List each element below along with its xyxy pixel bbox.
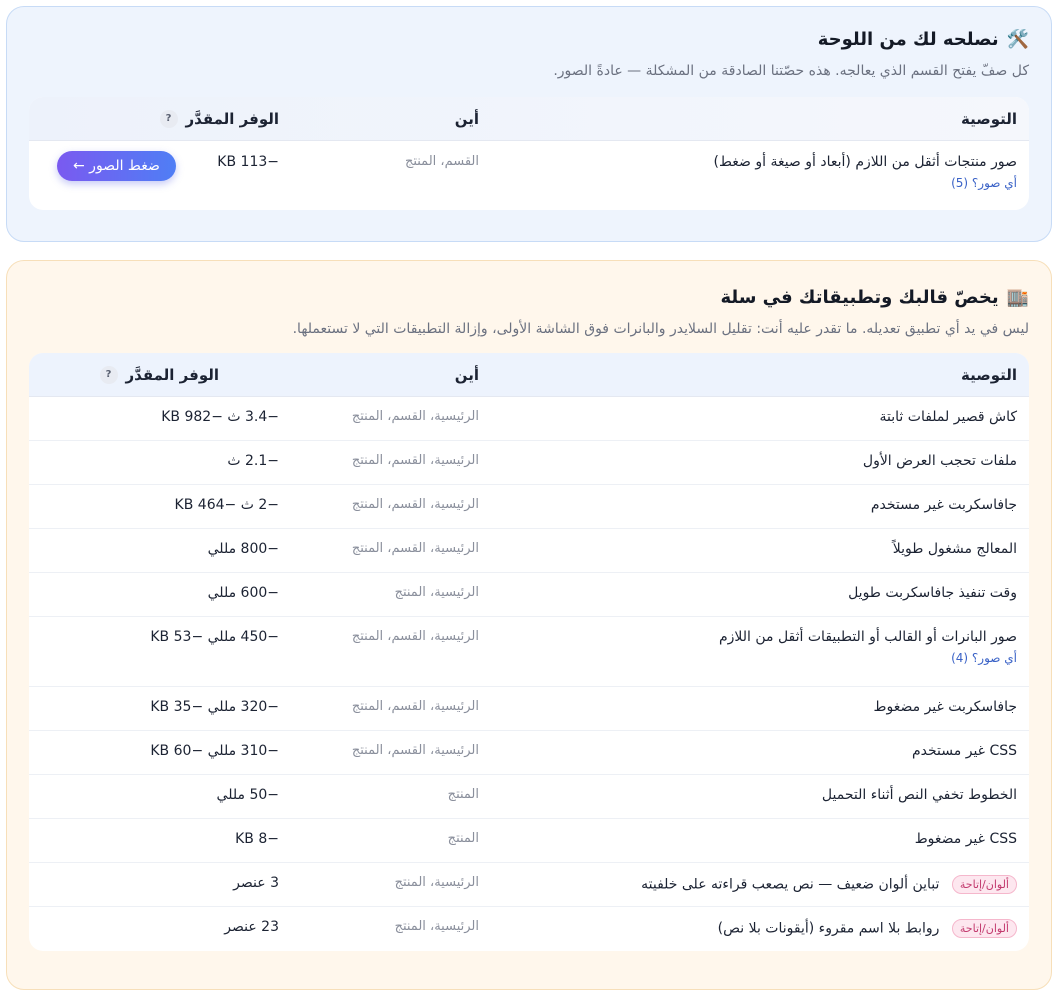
where-cell: الرئيسية، القسم، المنتج [351,629,479,644]
store-icon: 🏬 [1006,286,1029,308]
saving-cell: −800 مللي [207,541,279,557]
saving-cell: −600 مللي [207,585,279,601]
header-recommendation: التوصية [960,109,1017,128]
table-row: ألوان/إتاحة تباين ألوان ضعيف — نص يصعب ق… [29,863,1029,907]
header-saving: الوفر المقدَّر ? [29,365,279,384]
where-cell: الرئيسية، المنتج [394,585,479,600]
saving-cell: −2 ث −464 KB [174,497,279,513]
where-cell: الرئيسية، القسم، المنتج [351,409,479,424]
which-images-link[interactable]: أي صور؟ (5) [479,176,1017,190]
table-row: ملفات تحجب العرض الأول الرئيسية، القسم، … [29,441,1029,485]
saving-cell: −50 مللي [216,787,279,803]
recommendation-text: كاش قصير لملفات ثابتة [879,409,1017,425]
table-row: كاش قصير لملفات ثابتة الرئيسية، القسم، ا… [29,397,1029,441]
table-row: صور منتجات أثقل من اللازم (أبعاد أو صيغة… [29,141,1029,210]
saving-cell: −3.4 ث −982 KB [161,409,279,425]
recommendation-text: ملفات تحجب العرض الأول [862,453,1017,469]
fix-panel-title: 🛠️ نصلحه لك من اللوحة [29,25,1029,53]
table-row: جافاسكربت غير مضغوط الرئيسية، القسم، الم… [29,687,1029,731]
fix-panel-title-text: نصلحه لك من اللوحة [817,28,999,50]
recommendation-text: صور منتجات أثقل من اللازم (أبعاد أو صيغة… [713,154,1018,170]
recommendation-text: المعالج مشغول طويلاً [892,541,1017,557]
table-row: جافاسكربت غير مستخدم الرئيسية، القسم، ال… [29,485,1029,529]
where-cell: الرئيسية، القسم، المنتج [351,699,479,714]
theme-panel-title-text: يخصّ قالبك وتطبيقاتك في سلة [720,286,999,308]
header-saving: الوفر المقدَّر ? [29,109,279,128]
tools-icon: 🛠️ [1006,28,1029,50]
where-cell: المنتج [447,831,479,846]
saving-cell: −310 مللي −60 KB [150,743,279,759]
recommendation-text: وقت تنفيذ جافاسكربت طويل [848,585,1017,601]
saving-cell: 3 عنصر [233,875,279,891]
table-row: CSS غير مضغوط المنتج −8 KB [29,819,1029,863]
where-cell: القسم، المنتج [404,154,479,169]
theme-panel-title: 🏬 يخصّ قالبك وتطبيقاتك في سلة [29,283,1029,311]
saving-cell: −2.1 ث [227,453,279,469]
saving-cell: 23 عنصر [224,919,279,935]
header-saving-label: الوفر المقدَّر [185,109,279,128]
header-where: أين [454,109,479,128]
saving-cell: −8 KB [235,831,279,847]
header-where: أين [454,365,479,384]
recommendation-text: تباين ألوان ضعيف — نص يصعب قراءته على خل… [641,876,940,893]
theme-table: التوصية أين الوفر المقدَّر ? كاش قصير لم… [29,353,1029,951]
help-icon[interactable]: ? [159,109,178,128]
table-row: صور البانرات أو القالب أو التطبيقات أثقل… [29,617,1029,687]
where-cell: المنتج [447,787,479,802]
recommendation-text: CSS غير مستخدم [912,743,1017,759]
header-saving-label: الوفر المقدَّر [125,365,219,384]
where-cell: الرئيسية، القسم، المنتج [351,497,479,512]
where-cell: الرئيسية، القسم، المنتج [351,453,479,468]
fix-table: التوصية أين الوفر المقدَّر ? صور منتجات … [29,97,1029,210]
help-icon[interactable]: ? [99,365,118,384]
theme-panel: 🏬 يخصّ قالبك وتطبيقاتك في سلة ليس في يد … [6,260,1052,990]
accessibility-tag: ألوان/إتاحة [951,919,1017,938]
fix-panel-subtitle: كل صفّ يفتح القسم الذي يعالجه. هذه حصّتن… [553,63,1029,79]
recommendation-text: جافاسكربت غير مستخدم [870,497,1017,513]
theme-table-header: التوصية أين الوفر المقدَّر ? [29,353,1029,397]
which-images-link[interactable]: أي صور؟ (4) [479,651,1017,665]
recommendation-text: صور البانرات أو القالب أو التطبيقات أثقل… [718,629,1017,645]
theme-panel-subtitle: ليس في يد أي تطبيق تعديله. ما تقدر عليه … [292,321,1029,337]
header-recommendation: التوصية [960,365,1017,384]
where-cell: الرئيسية، القسم، المنتج [351,743,479,758]
table-row: ألوان/إتاحة روابط بلا اسم مقروء (أيقونات… [29,907,1029,951]
fix-table-header: التوصية أين الوفر المقدَّر ? [29,97,1029,141]
recommendation-text: CSS غير مضغوط [914,831,1017,847]
where-cell: الرئيسية، المنتج [394,875,479,890]
table-row: CSS غير مستخدم الرئيسية، القسم، المنتج −… [29,731,1029,775]
where-cell: الرئيسية، المنتج [394,919,479,934]
accessibility-tag: ألوان/إتاحة [951,875,1017,894]
compress-images-button[interactable]: ضغط الصور ← [57,151,176,181]
table-row: الخطوط تخفي النص أثناء التحميل المنتج −5… [29,775,1029,819]
saving-cell: −450 مللي −53 KB [150,629,279,645]
where-cell: الرئيسية، القسم، المنتج [351,541,479,556]
recommendation-text: جافاسكربت غير مضغوط [873,699,1017,715]
fix-panel: 🛠️ نصلحه لك من اللوحة كل صفّ يفتح القسم … [6,6,1052,242]
saving-cell: −320 مللي −35 KB [150,699,279,715]
recommendation-text: الخطوط تخفي النص أثناء التحميل [821,787,1017,803]
table-row: وقت تنفيذ جافاسكربت طويل الرئيسية، المنت… [29,573,1029,617]
recommendation-text: روابط بلا اسم مقروء (أيقونات بلا نص) [717,920,940,937]
table-row: المعالج مشغول طويلاً الرئيسية، القسم، ال… [29,529,1029,573]
